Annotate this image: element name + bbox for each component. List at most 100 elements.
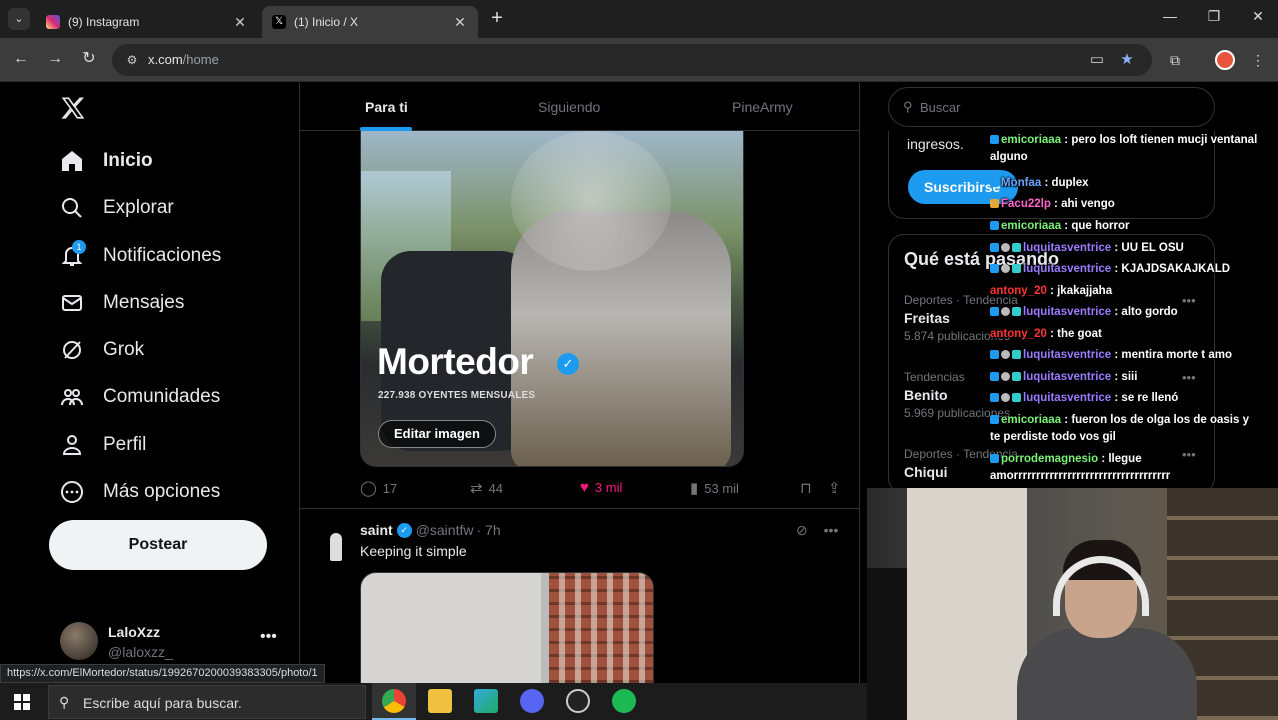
tweet-author-handle[interactable]: @saintfw — [416, 522, 474, 538]
chat-message: luquitasventrice : siii — [990, 369, 1260, 386]
nav-item-label: Mensajes — [103, 292, 185, 313]
chat-text: : se re llenó — [1111, 392, 1179, 404]
tab-x-home[interactable]: 𝕏 (1) Inicio / X ✕ — [262, 6, 478, 38]
chat-message: antony_20 : the goat — [990, 326, 1260, 343]
profile-avatar[interactable] — [1215, 50, 1235, 70]
chat-username: porrodemagnesio — [1001, 453, 1099, 465]
chat-badge-icon — [1001, 393, 1010, 402]
chrome-icon[interactable] — [382, 689, 406, 713]
windows-start-icon[interactable] — [14, 694, 30, 710]
bookmark-star-icon[interactable]: ★ — [1118, 52, 1136, 68]
chat-text: : mentira morte t amo — [1111, 349, 1232, 361]
chat-badge-icon — [990, 264, 999, 273]
nav-item-notificaciones[interactable]: 1 Notificaciones — [60, 240, 221, 271]
chat-username: antony_20 — [990, 328, 1047, 340]
browser-toolbar: ← → ↻ ⚙ x.com/home ▭ ★ ⧉ ⋮ — [0, 38, 1278, 82]
search-input[interactable]: ⚲ Buscar — [888, 87, 1215, 127]
views-button[interactable]: ▮ 53 mil — [690, 479, 739, 497]
person-icon — [60, 433, 84, 457]
grok-icon[interactable]: ⊘ — [796, 522, 808, 538]
site-info-icon[interactable]: ⚙ — [124, 52, 140, 68]
tweet-author-name[interactable]: saint — [360, 522, 393, 538]
reply-button[interactable]: ◯ 17 — [360, 479, 397, 497]
chat-username: Facu22lp — [1001, 198, 1051, 210]
obs-icon[interactable] — [566, 689, 590, 713]
active-tab-indicator — [360, 127, 412, 131]
taskbar-search-input[interactable]: ⚲ Escribe aquí para buscar. — [48, 685, 366, 719]
discord-icon[interactable] — [520, 689, 544, 713]
building — [549, 573, 653, 683]
edit-image-button[interactable]: Editar imagen — [378, 420, 496, 448]
repost-button[interactable]: ⇄ 44 — [470, 479, 503, 497]
taskbar: ⚲ Escribe aquí para buscar. — [0, 683, 867, 720]
chat-message: emicoriaaa : pero los loft tienen mucji … — [990, 132, 1260, 166]
more-horizontal-icon[interactable]: ••• — [824, 522, 839, 538]
taskbar-search-placeholder: Escribe aquí para buscar. — [83, 695, 242, 711]
close-tab-icon[interactable]: ✕ — [232, 14, 248, 31]
chat-username: luquitasventrice — [1023, 263, 1112, 275]
nav-item-inicio[interactable]: Inicio — [60, 146, 153, 176]
tab-para-ti[interactable]: Para ti — [365, 83, 408, 131]
url-text[interactable]: x.com/home — [148, 52, 219, 67]
nav-item-grok[interactable]: Grok — [60, 335, 144, 365]
nav-item-label: Comunidades — [103, 386, 221, 407]
nav-item-mensajes[interactable]: Mensajes — [60, 288, 184, 318]
close-tab-icon[interactable]: ✕ — [452, 14, 468, 31]
share-icon[interactable]: ⇪ — [828, 479, 847, 497]
chat-message: porrodemagnesio : llegue amorrrrrrrrrrrr… — [990, 451, 1260, 485]
tab-instagram[interactable]: (9) Instagram ✕ — [36, 6, 258, 38]
install-app-icon[interactable]: ▭ — [1088, 52, 1106, 68]
monthly-listeners: 227.938 OYENTES MENSUALES — [378, 390, 536, 401]
account-switcher[interactable]: LaloXzz @laloxzz_ ••• — [60, 620, 285, 664]
address-bar[interactable]: ⚙ x.com/home ▭ ★ — [112, 44, 1152, 76]
tweet[interactable]: saint ✓ @saintfw · 7h ⊘ ••• Keeping it s… — [300, 509, 859, 683]
minimize-icon[interactable]: — — [1160, 8, 1180, 24]
chat-badge-icon — [1001, 243, 1010, 252]
microphone — [867, 568, 907, 720]
close-window-icon[interactable]: ✕ — [1248, 8, 1268, 25]
forward-icon[interactable]: → — [44, 48, 66, 70]
chat-badge-icon — [990, 307, 999, 316]
extensions-icon[interactable]: ⧉ — [1165, 50, 1185, 70]
tab-pinearmy[interactable]: PineArmy — [732, 83, 793, 131]
post-button[interactable]: Postear — [49, 520, 267, 570]
spotify-icon[interactable] — [612, 689, 636, 713]
more-horizontal-icon[interactable]: ••• — [260, 628, 277, 646]
communities-icon — [60, 385, 84, 409]
reload-icon[interactable]: ↻ — [78, 48, 100, 70]
bookmark-icon[interactable]: ⊓ — [800, 479, 818, 497]
tab-siguiendo[interactable]: Siguiendo — [538, 83, 600, 131]
nav-item-label: Inicio — [103, 150, 153, 171]
x-logo-icon[interactable] — [60, 95, 86, 121]
reply-icon: ◯ — [360, 480, 377, 497]
nav-item-explorar[interactable]: Explorar — [60, 193, 174, 223]
tab-search-button[interactable]: ⌄ — [8, 8, 30, 30]
grok-icon — [60, 338, 84, 362]
verified-badge-icon: ✓ — [396, 522, 412, 538]
chat-message: Monfaa : duplex — [990, 175, 1260, 192]
like-button[interactable]: ♥ 3 mil — [580, 479, 622, 496]
nav-item-perfil[interactable]: Perfil — [60, 430, 146, 460]
smoke — [511, 131, 671, 271]
file-explorer-icon[interactable] — [428, 689, 452, 713]
browser-menu-icon[interactable]: ⋮ — [1248, 50, 1268, 70]
chat-badge-icon — [990, 372, 999, 381]
stream-chat-overlay: emicoriaaa : pero los loft tienen mucji … — [990, 132, 1270, 492]
chat-badge-icon — [1012, 264, 1021, 273]
chat-badge-icon — [990, 393, 999, 402]
avatar[interactable] — [316, 525, 356, 565]
nav-item-mas-opciones[interactable]: Más opciones — [60, 477, 220, 507]
new-tab-button[interactable]: + — [486, 8, 508, 28]
tweet-time[interactable]: · 7h — [476, 522, 500, 538]
tweet-image[interactable] — [360, 572, 654, 683]
nav-item-label: Explorar — [103, 197, 174, 218]
search-placeholder: Buscar — [920, 100, 961, 115]
nav-item-comunidades[interactable]: Comunidades — [60, 382, 220, 412]
back-icon[interactable]: ← — [10, 48, 32, 70]
app-icon[interactable] — [474, 689, 498, 713]
nav-item-label: Grok — [103, 339, 145, 360]
restore-icon[interactable]: ❐ — [1204, 8, 1224, 25]
chat-username: antony_20 — [990, 285, 1047, 297]
chat-username: luquitasventrice — [1023, 392, 1112, 404]
tweet-image[interactable]: Mortedor ✓ 227.938 OYENTES MENSUALES Edi… — [360, 131, 744, 467]
